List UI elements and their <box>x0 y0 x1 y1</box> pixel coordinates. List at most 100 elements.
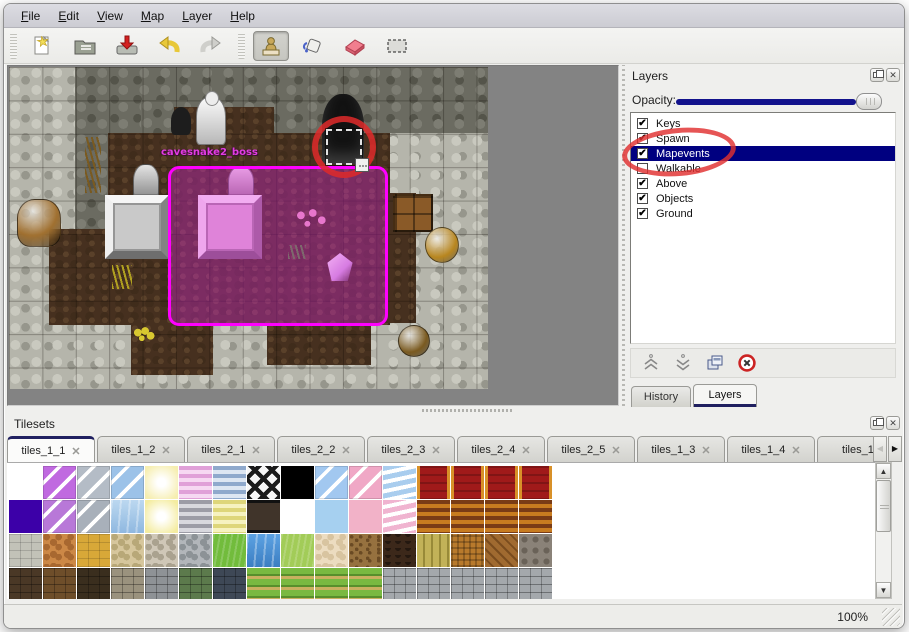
open-button[interactable] <box>67 31 103 61</box>
tile-stripes[interactable] <box>179 466 212 499</box>
tile-solid[interactable] <box>281 500 314 533</box>
tile-carpet[interactable] <box>519 466 552 499</box>
tile-solid[interactable] <box>9 500 42 533</box>
scroll-up-button[interactable]: ▲ <box>876 463 891 479</box>
menu-help[interactable]: Help <box>221 6 264 26</box>
tile-solid[interactable] <box>9 466 42 499</box>
map-item-figure[interactable] <box>171 107 191 135</box>
tileset-tab-tiles_2_3[interactable]: tiles_2_3✕ <box>367 436 455 463</box>
map-item-pot[interactable] <box>425 227 459 263</box>
tile-carpet[interactable] <box>417 466 450 499</box>
layer-checkbox[interactable]: ✔ <box>637 193 648 204</box>
layer-checkbox[interactable]: ✔ <box>637 208 648 219</box>
tile-cobbles[interactable] <box>315 534 348 567</box>
tile-solid[interactable] <box>281 466 314 499</box>
tab-close-icon[interactable]: ✕ <box>791 444 800 457</box>
layer-delete-button[interactable] <box>735 351 759 375</box>
tile-stripes[interactable] <box>179 500 212 533</box>
layer-row-spawn[interactable]: ✔Spawn <box>631 131 895 146</box>
tile-solid[interactable] <box>349 500 382 533</box>
dock-tab-history[interactable]: History <box>631 386 691 407</box>
layer-raise-button[interactable] <box>639 351 663 375</box>
layer-lower-button[interactable] <box>671 351 695 375</box>
tile-crystal[interactable] <box>315 466 348 499</box>
fill-tool-button[interactable] <box>295 31 331 61</box>
toolbar-grip[interactable] <box>238 33 245 59</box>
map-item-flowers[interactable] <box>133 327 155 343</box>
tileset-tab-tiles_1_4[interactable]: tiles_1_4✕ <box>727 436 815 463</box>
tab-close-icon[interactable]: ✕ <box>611 444 620 457</box>
tile-solid[interactable] <box>315 500 348 533</box>
tile-carpet[interactable] <box>451 466 484 499</box>
tileset-tab-tiles_2_4[interactable]: tiles_2_4✕ <box>457 436 545 463</box>
dock-tab-layers[interactable]: Layers <box>693 384 757 407</box>
map-canvas[interactable]: cavesnake2_boss <box>7 65 619 406</box>
eraser-tool-button[interactable] <box>337 31 373 61</box>
menu-map[interactable]: Map <box>132 6 173 26</box>
tile-brick[interactable] <box>145 568 178 599</box>
tile-stripes[interactable] <box>519 500 552 533</box>
layer-checkbox[interactable]: ✔ <box>637 178 648 189</box>
undo-button[interactable] <box>151 31 187 61</box>
opacity-slider-track[interactable] <box>676 99 856 105</box>
tile-stripes[interactable] <box>213 500 246 533</box>
layer-checkbox[interactable]: ✔ <box>637 133 648 144</box>
tile-stone[interactable] <box>9 534 42 567</box>
redo-button[interactable] <box>193 31 229 61</box>
tile-brick[interactable] <box>417 568 450 599</box>
layer-row-above[interactable]: ✔Above <box>631 176 895 191</box>
select-tool-button[interactable] <box>379 31 415 61</box>
tile-lattice[interactable] <box>247 466 280 499</box>
tile-stripes[interactable] <box>417 500 450 533</box>
tile-crystal[interactable] <box>43 500 76 533</box>
save-button[interactable] <box>109 31 145 61</box>
tile-grassflowers[interactable] <box>349 568 382 599</box>
map-item-urn[interactable] <box>17 199 61 247</box>
panel-float-button[interactable] <box>870 68 884 82</box>
tile-brick[interactable] <box>43 568 76 599</box>
tile-dirtspeck[interactable] <box>349 534 382 567</box>
tile-grassflowers[interactable] <box>315 568 348 599</box>
tile-stripes[interactable] <box>485 500 518 533</box>
tile-logs[interactable] <box>519 534 552 567</box>
tile-grass[interactable] <box>281 534 314 567</box>
tile-grassflowers[interactable] <box>247 568 280 599</box>
tile-wood[interactable] <box>417 534 450 567</box>
tile-brick[interactable] <box>111 568 144 599</box>
horizontal-splitter[interactable] <box>4 407 902 414</box>
stamp-tool-button[interactable] <box>253 31 289 61</box>
map-item-plant[interactable] <box>112 265 132 289</box>
tileset-tab-tiles_2_2[interactable]: tiles_2_2✕ <box>277 436 365 463</box>
tile-cobbles[interactable] <box>111 534 144 567</box>
tab-close-icon[interactable]: ✕ <box>251 444 260 457</box>
tileset-tab-tiles_2_1[interactable]: tiles_2_1✕ <box>187 436 275 463</box>
menu-layer[interactable]: Layer <box>173 6 221 26</box>
tile-panel[interactable] <box>247 500 280 533</box>
tile-brick[interactable] <box>213 568 246 599</box>
layer-checkbox[interactable]: ✔ <box>637 148 648 159</box>
tile-grassflowers[interactable] <box>281 568 314 599</box>
tile-cobbles[interactable] <box>145 534 178 567</box>
new-file-button[interactable] <box>25 31 61 61</box>
tile-brick[interactable] <box>179 568 212 599</box>
opacity-slider-handle[interactable] <box>856 93 882 110</box>
tileset-tab-tiles_2_5[interactable]: tiles_2_5✕ <box>547 436 635 463</box>
tile-shingles[interactable] <box>383 534 416 567</box>
tab-close-icon[interactable]: ✕ <box>431 444 440 457</box>
layer-checkbox[interactable]: ✔ <box>637 118 648 129</box>
layer-duplicate-button[interactable] <box>703 351 727 375</box>
tile-stripes[interactable] <box>451 500 484 533</box>
tile-carpet[interactable] <box>485 466 518 499</box>
tile-brick[interactable] <box>485 568 518 599</box>
resize-grip[interactable] <box>882 608 900 626</box>
tile-brick[interactable] <box>519 568 552 599</box>
tile-cobbles[interactable] <box>179 534 212 567</box>
scrollbar-thumb[interactable] <box>876 480 891 532</box>
tile-glow[interactable] <box>145 466 178 499</box>
map-item-crate[interactable] <box>393 194 433 232</box>
tile-crystal[interactable] <box>349 466 382 499</box>
map-item-plate[interactable] <box>105 195 169 259</box>
layer-row-ground[interactable]: ✔Ground <box>631 206 895 221</box>
map-item-pot[interactable] <box>398 325 430 357</box>
layer-row-walkable[interactable]: Walkable <box>631 161 895 176</box>
